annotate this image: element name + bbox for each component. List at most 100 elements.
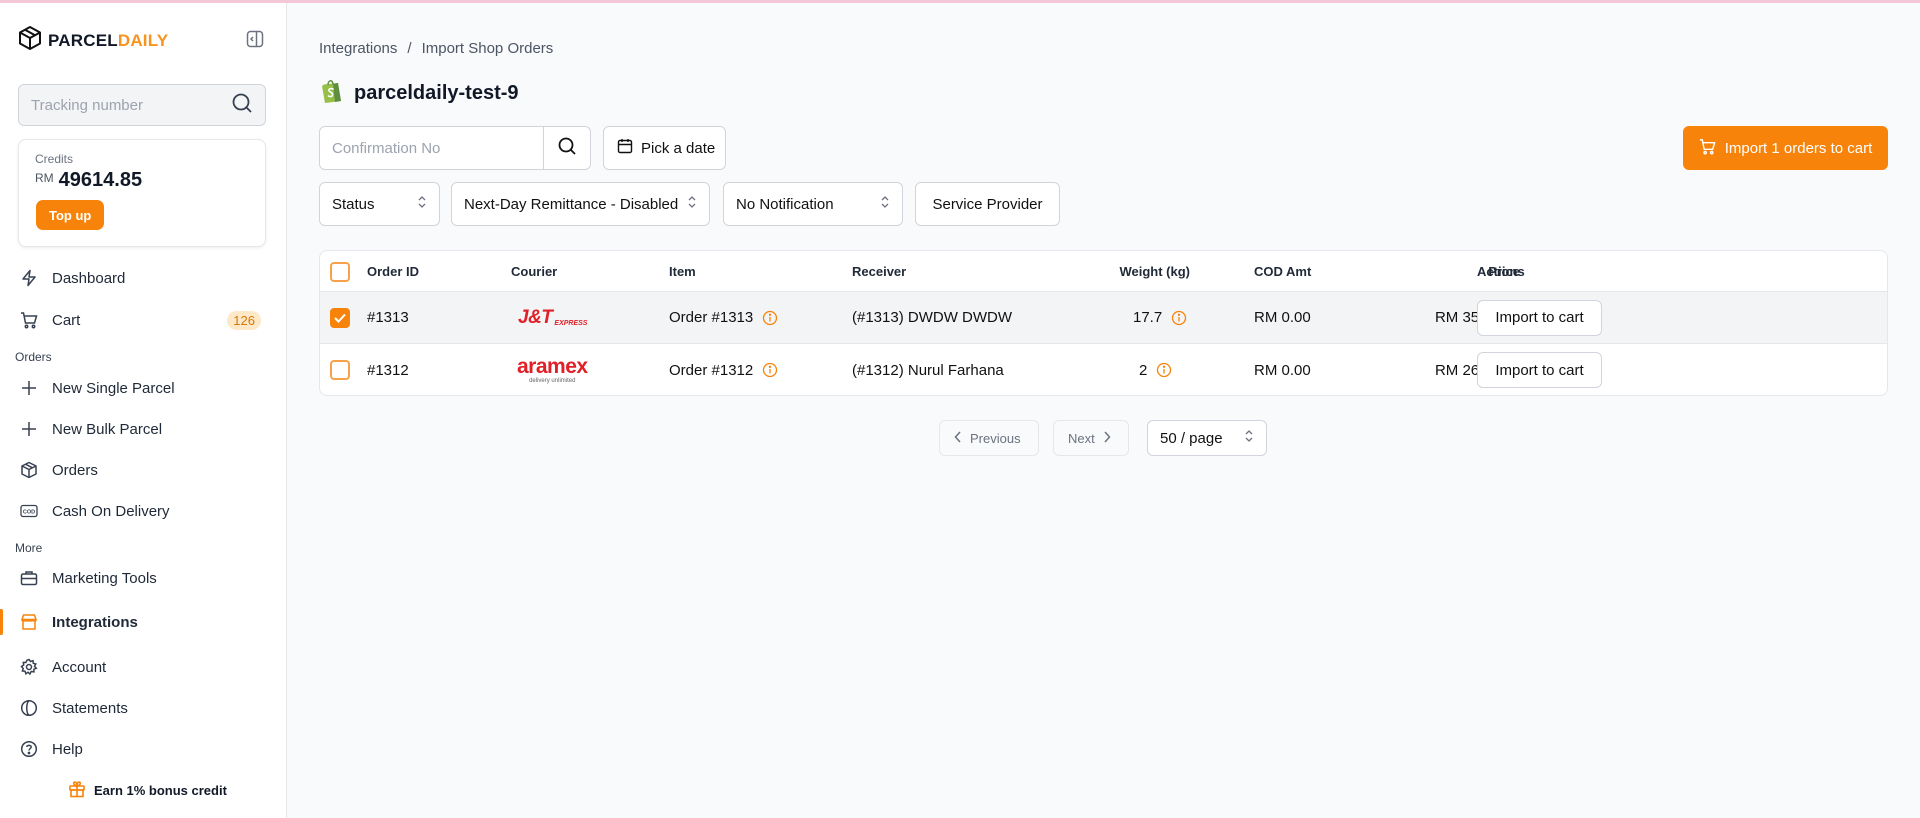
brand-name-part2: DAILY [117, 30, 169, 50]
header-order-id: Order ID [367, 264, 420, 279]
table-row: #1313 J&T EXPRESS Order #1313 (#1313) DW… [320, 292, 1887, 344]
row-checkbox[interactable] [330, 307, 350, 328]
gift-icon [68, 780, 86, 801]
sidebar-item-label: New Single Parcel [52, 379, 175, 397]
confirmation-search-box [319, 126, 591, 170]
notification-select[interactable]: No Notification [723, 182, 903, 226]
select-all-cell [330, 251, 350, 292]
sidebar-item-marketing-tools[interactable]: Marketing Tools [0, 562, 286, 594]
select-all-checkbox[interactable] [330, 261, 350, 282]
sidebar-item-statements[interactable]: Statements [0, 692, 286, 724]
next-label: Next [1068, 430, 1095, 446]
credits-currency: RM [35, 171, 54, 185]
weight-text: 2 [1139, 361, 1148, 379]
sidebar-item-help[interactable]: Help [0, 733, 286, 765]
tracking-search-box [18, 84, 266, 126]
header-item: Item [669, 264, 696, 279]
cube-logo-icon [18, 25, 42, 56]
breadcrumb: Integrations / Import Shop Orders [319, 40, 553, 57]
sidebar-item-orders[interactable]: Orders [0, 454, 286, 486]
page-title: parceldaily-test-9 [354, 82, 519, 104]
header-receiver: Receiver [852, 264, 907, 279]
earn-bonus-link[interactable]: Earn 1% bonus credit [68, 780, 227, 801]
top-up-button[interactable]: Top up [36, 200, 105, 230]
brand-name: PARCELDAILY [48, 31, 168, 51]
header-courier: Courier [511, 264, 558, 279]
info-circle-icon[interactable] [1156, 362, 1172, 378]
sidebar-item-new-single-parcel[interactable]: New Single Parcel [0, 372, 286, 404]
cod-icon: COD [20, 502, 38, 520]
sidebar-item-label: Statements [52, 699, 128, 717]
sidebar-item-cart[interactable]: Cart 126 [0, 304, 286, 336]
remittance-select[interactable]: Next-Day Remittance - Disabled [451, 182, 710, 226]
sidebar-item-label: Cash On Delivery [52, 502, 170, 520]
credits-card: Credits RM 49614.85 Top up [18, 139, 266, 247]
courier-logo-aramex: aramex delivery unlimited [517, 344, 588, 395]
sidebar-item-account[interactable]: Account [0, 651, 286, 683]
chevron-updown-icon [417, 195, 427, 213]
weight-cell: 2 [1139, 344, 1172, 395]
info-circle-icon[interactable] [1171, 310, 1187, 326]
search-button[interactable] [543, 127, 590, 169]
courier-logo-jnt: J&T EXPRESS [518, 292, 587, 343]
courier-logo-subtext: EXPRESS [554, 319, 588, 327]
previous-label: Previous [970, 430, 1021, 446]
item-cell: Order #1312 [669, 344, 778, 395]
lightning-icon [20, 269, 38, 287]
shopify-bag-icon [320, 78, 344, 109]
row-select-cell [330, 292, 350, 343]
brand-name-part1: PARCEL [48, 30, 118, 50]
search-icon [557, 136, 577, 161]
pick-date-label: Pick a date [641, 139, 716, 157]
info-circle-icon[interactable] [762, 310, 778, 326]
brand-logo[interactable]: PARCELDAILY [18, 25, 168, 56]
item-text: Order #1312 [669, 361, 754, 379]
per-page-select[interactable]: 50 / page [1147, 420, 1267, 456]
top-accent-line [0, 0, 1920, 3]
sidebar-item-label: Cart [52, 311, 81, 329]
courier-logo-text: J&T [518, 306, 553, 328]
earn-bonus-label: Earn 1% bonus credit [94, 783, 227, 798]
pick-date-button[interactable]: Pick a date [603, 126, 726, 170]
weight-cell: 17.7 [1133, 292, 1187, 343]
table-row: #1312 aramex delivery unlimited Order #1… [320, 344, 1887, 395]
status-select[interactable]: Status [319, 182, 440, 226]
remittance-select-value: Next-Day Remittance - Disabled [464, 195, 679, 213]
check-icon [334, 313, 346, 323]
sidebar-collapse-icon[interactable] [246, 30, 264, 48]
cod-cell: RM 0.00 [1254, 361, 1311, 379]
cart-icon [20, 311, 38, 329]
cod-cell: RM 0.00 [1254, 309, 1311, 326]
tracking-number-input[interactable] [31, 96, 221, 114]
row-checkbox[interactable] [330, 360, 350, 380]
next-page-button[interactable]: Next [1053, 420, 1129, 456]
breadcrumb-separator: / [407, 40, 412, 57]
breadcrumb-integrations-link[interactable]: Integrations [319, 40, 397, 57]
import-to-cart-button[interactable]: Import to cart [1477, 352, 1602, 388]
sidebar-item-integrations[interactable]: Integrations [0, 606, 286, 638]
calendar-icon [617, 138, 633, 158]
receiver-cell: (#1313) DWDW DWDW [852, 309, 1012, 326]
search-icon[interactable] [231, 92, 253, 119]
credits-amount-row: RM 49614.85 [35, 169, 249, 192]
action-cell: Import to cart [1477, 344, 1602, 395]
action-cell: Import to cart [1477, 292, 1602, 343]
previous-page-button[interactable]: Previous [939, 420, 1039, 456]
sidebar-item-dashboard[interactable]: Dashboard [0, 262, 286, 294]
info-circle-icon[interactable] [762, 362, 778, 378]
chevron-left-icon [954, 430, 962, 446]
briefcase-icon [20, 569, 38, 587]
notification-select-value: No Notification [736, 195, 834, 213]
credits-amount: 49614.85 [58, 169, 143, 191]
import-orders-button[interactable]: Import 1 orders to cart [1683, 126, 1888, 170]
confirmation-no-input[interactable] [320, 127, 543, 169]
cart-count-badge: 126 [227, 310, 261, 330]
sidebar-item-cash-on-delivery[interactable]: COD Cash On Delivery [0, 495, 286, 527]
import-orders-label: Import 1 orders to cart [1724, 139, 1873, 157]
table-header: Order ID Courier Item Receiver Weight (k… [320, 251, 1887, 292]
service-provider-button[interactable]: Service Provider [915, 182, 1060, 226]
import-to-cart-button[interactable]: Import to cart [1477, 299, 1602, 336]
orders-table: Order ID Courier Item Receiver Weight (k… [319, 250, 1888, 396]
sidebar-item-new-bulk-parcel[interactable]: New Bulk Parcel [0, 413, 286, 445]
chevron-right-icon [1103, 430, 1111, 446]
